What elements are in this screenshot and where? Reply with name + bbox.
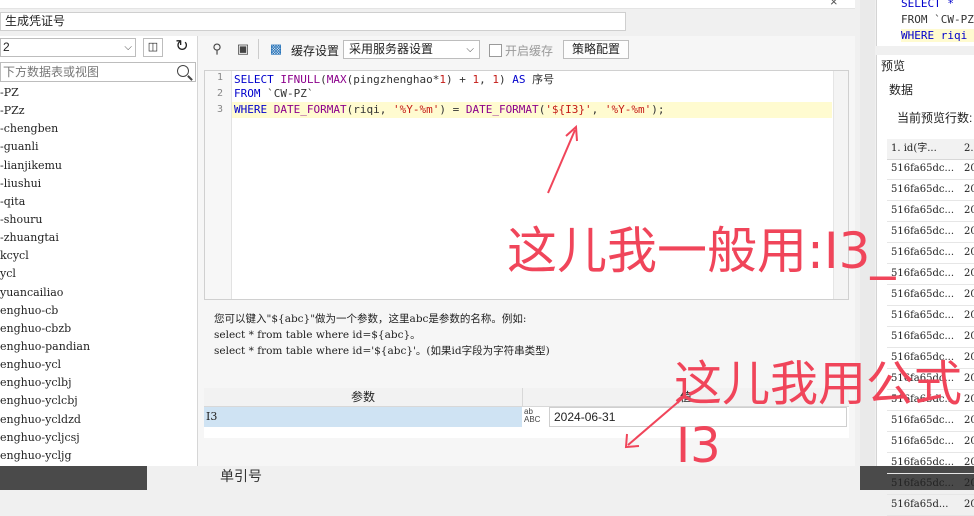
annotation-bottom-line2: I3 (676, 418, 721, 474)
table-row[interactable]: 516fa65d... 20 (887, 495, 974, 516)
table-cell: 20 (964, 499, 974, 510)
annotation-bottom-line1: 这儿我用公式 (674, 356, 963, 412)
table-cell: 516fa65d... (891, 499, 949, 510)
annotation-top: 这儿我一般用:I3_ (507, 222, 896, 280)
annotation-arrow-top (547, 129, 576, 194)
